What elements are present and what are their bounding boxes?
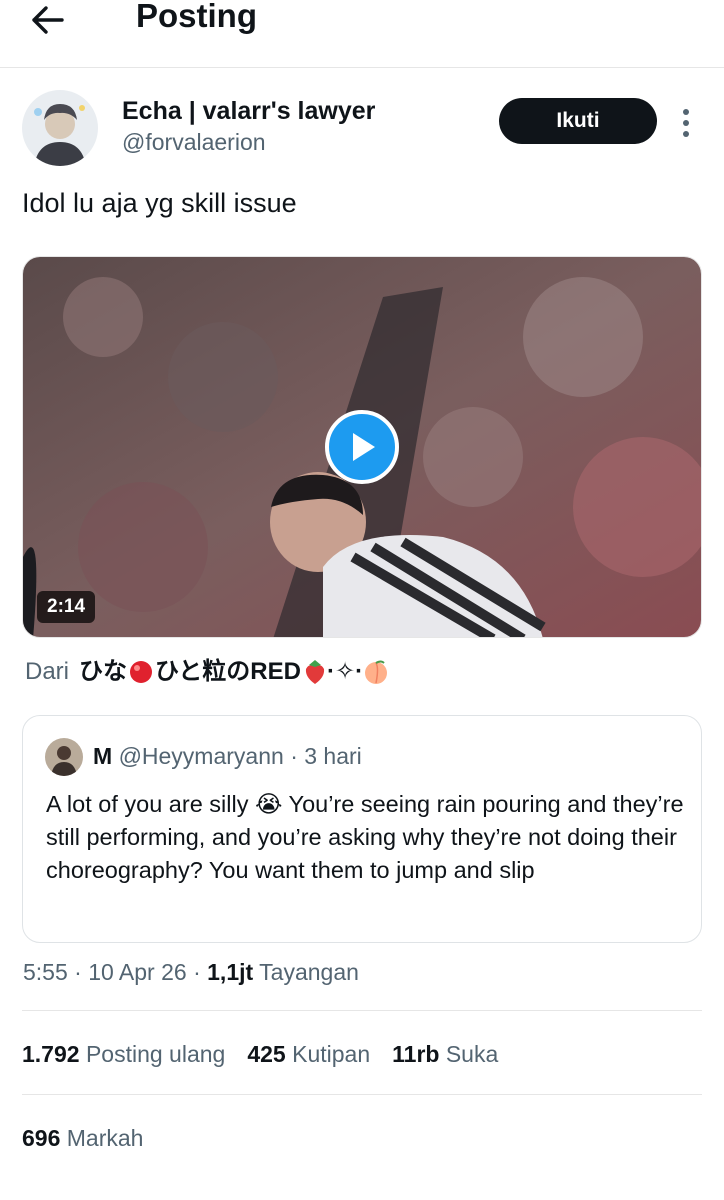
sparkle-icon: ✧ xyxy=(334,658,356,685)
quote-dot: · xyxy=(290,743,298,769)
source-account[interactable]: ひな ひと粒のRED · ✧ · xyxy=(79,656,389,688)
play-icon xyxy=(353,433,375,461)
arrow-left-icon xyxy=(32,6,64,34)
reposts-stat[interactable]: 1.792 Posting ulang xyxy=(22,1038,225,1070)
post-author: Echa | valarr's lawyer @forvalaerion Iku… xyxy=(22,90,702,170)
back-button[interactable] xyxy=(30,0,80,40)
quote-avatar[interactable] xyxy=(45,738,83,776)
author-handle[interactable]: @forvalaerion xyxy=(122,128,266,156)
quote-author-handle[interactable]: @Heyymaryann xyxy=(119,743,284,769)
bookmarks-stat[interactable]: 696 Markah xyxy=(22,1122,143,1154)
strawberry-icon xyxy=(305,660,325,684)
bookmarks-label: Markah xyxy=(66,1125,144,1151)
more-vertical-icon xyxy=(683,109,689,137)
quote-text: A lot of you are silly 😭 You’re seeing r… xyxy=(46,791,684,883)
red-circle-icon xyxy=(130,661,153,683)
top-bar: Posting xyxy=(0,0,724,68)
likes-label: Suka xyxy=(445,1041,499,1067)
engagement-stats: 1.792 Posting ulang 425 Kutipan 11rb Suk… xyxy=(22,1038,498,1070)
more-options-button[interactable] xyxy=(676,104,696,144)
source-name-part2: ひと粒のRED xyxy=(155,658,301,685)
divider xyxy=(22,1010,702,1011)
source-name-part1: ひな xyxy=(79,658,128,685)
post-text: Idol lu aja yg skill issue xyxy=(22,188,297,218)
peach-icon xyxy=(365,660,388,684)
likes-stat[interactable]: 11rb Suka xyxy=(392,1038,498,1070)
likes-count: 11rb xyxy=(392,1041,440,1067)
video-player[interactable]: 2:14 xyxy=(22,256,702,638)
post-timestamp: 5:55 · 10 Apr 26 · 1,1jt Tayangan xyxy=(23,959,359,985)
quote-time: 3 hari xyxy=(304,743,362,769)
author-name[interactable]: Echa | valarr's lawyer xyxy=(122,96,375,126)
bookmarks-count: 696 xyxy=(22,1125,61,1151)
quote-header: M @Heyymaryann · 3 hari xyxy=(93,740,362,772)
view-label: Tayangan xyxy=(259,959,359,985)
view-count: 1,1jt xyxy=(207,959,254,985)
post-date: 10 Apr 26 xyxy=(88,959,187,985)
quotes-label: Kutipan xyxy=(292,1041,371,1067)
quoted-post[interactable]: M @Heyymaryann · 3 hari A lot of you are… xyxy=(22,715,702,943)
quotes-stat[interactable]: 425 Kutipan xyxy=(247,1038,370,1070)
post-time: 5:55 xyxy=(23,959,68,985)
reposts-count: 1.792 xyxy=(22,1041,80,1067)
page-title: Posting xyxy=(136,0,257,34)
source-sep-2: · xyxy=(355,658,364,685)
video-source[interactable]: Dari ひな ひと粒のRED · ✧ · xyxy=(25,656,389,688)
author-avatar[interactable] xyxy=(22,90,98,166)
follow-button[interactable]: Ikuti xyxy=(499,98,657,144)
video-duration: 2:14 xyxy=(37,591,96,623)
source-label: Dari xyxy=(25,658,70,685)
divider xyxy=(22,1094,702,1095)
reposts-label: Posting ulang xyxy=(85,1041,226,1067)
quotes-count: 425 xyxy=(247,1041,286,1067)
source-sep-1: · xyxy=(326,658,335,685)
play-button[interactable] xyxy=(325,410,399,484)
quote-author-name[interactable]: M xyxy=(93,743,112,769)
